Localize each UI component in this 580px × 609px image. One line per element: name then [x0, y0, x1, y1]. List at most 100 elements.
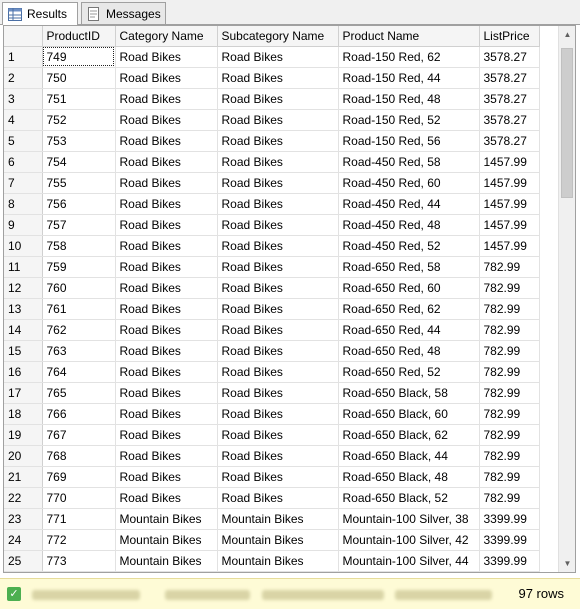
table-row[interactable]: 22 770 Road Bikes Road Bikes Road-650 Black,…	[4, 487, 540, 509]
row-number[interactable]: 11	[4, 256, 43, 278]
grid-cell[interactable]: 782.99	[479, 319, 540, 341]
row-number[interactable]: 17	[4, 382, 43, 404]
grid-cell[interactable]: 768	[42, 445, 116, 467]
tab-messages[interactable]: Messages	[81, 2, 166, 24]
grid-cell[interactable]: 762	[42, 319, 116, 341]
grid-cell[interactable]: Road Bikes	[217, 403, 339, 425]
table-row[interactable]: 21 769 Road Bikes Road Bikes Road-650 Black,…	[4, 466, 540, 488]
grid-cell[interactable]: Road Bikes	[115, 151, 218, 173]
grid-cell[interactable]: 749	[42, 46, 116, 68]
grid-cell[interactable]: 756	[42, 193, 116, 215]
grid-cell[interactable]: Road-650 Black, 44	[338, 445, 480, 467]
scroll-thumb[interactable]	[561, 48, 573, 198]
grid-cell[interactable]: Road Bikes	[115, 403, 218, 425]
grid-cell[interactable]: Road Bikes	[115, 109, 218, 131]
table-row[interactable]: 15 763 Road Bikes Road Bikes Road-650 Red, 4…	[4, 340, 540, 362]
grid-cell[interactable]: Road Bikes	[217, 277, 339, 299]
grid-cell[interactable]: Road Bikes	[217, 424, 339, 446]
grid-cell[interactable]: Road-650 Red, 60	[338, 277, 480, 299]
column-header[interactable]: ListPrice	[479, 26, 540, 47]
grid-cell[interactable]: 754	[42, 151, 116, 173]
table-row[interactable]: 14 762 Road Bikes Road Bikes Road-650 Red, 4…	[4, 319, 540, 341]
grid-cell[interactable]: Road Bikes	[217, 130, 339, 152]
grid-cell[interactable]: 3399.99	[479, 550, 540, 572]
grid-cell[interactable]: 763	[42, 340, 116, 362]
grid-cell[interactable]: 782.99	[479, 298, 540, 320]
column-header[interactable]: Subcategory Name	[217, 26, 339, 47]
row-number[interactable]: 24	[4, 529, 43, 551]
grid-cell[interactable]: Road Bikes	[115, 67, 218, 89]
grid-cell[interactable]: 771	[42, 508, 116, 530]
table-row[interactable]: 10 758 Road Bikes Road Bikes Road-450 Red, 5…	[4, 235, 540, 257]
grid-cell[interactable]: 782.99	[479, 277, 540, 299]
grid-cell[interactable]: Road Bikes	[115, 277, 218, 299]
grid-cell[interactable]: 752	[42, 109, 116, 131]
grid-cell[interactable]: Mountain Bikes	[217, 550, 339, 572]
table-row[interactable]: 1 749 Road Bikes Road Bikes Road-150 Red, 62…	[4, 46, 540, 68]
grid-cell[interactable]: 1457.99	[479, 172, 540, 194]
grid-cell[interactable]: Road-450 Red, 58	[338, 151, 480, 173]
grid-cell[interactable]: Road-450 Red, 60	[338, 172, 480, 194]
grid-cell[interactable]: 1457.99	[479, 235, 540, 257]
grid-cell[interactable]: Road-150 Red, 52	[338, 109, 480, 131]
grid-cell[interactable]: 3399.99	[479, 508, 540, 530]
row-number[interactable]: 15	[4, 340, 43, 362]
table-row[interactable]: 11 759 Road Bikes Road Bikes Road-650 Red, 5…	[4, 256, 540, 278]
row-number[interactable]: 2	[4, 67, 43, 89]
row-number[interactable]: 5	[4, 130, 43, 152]
row-number[interactable]: 1	[4, 46, 43, 68]
row-number[interactable]: 22	[4, 487, 43, 509]
grid-cell[interactable]: Road Bikes	[115, 130, 218, 152]
grid-cell[interactable]: Road Bikes	[115, 193, 218, 215]
grid-cell[interactable]: Road Bikes	[115, 340, 218, 362]
grid-cell[interactable]: Road Bikes	[217, 193, 339, 215]
grid-cell[interactable]: Road Bikes	[115, 487, 218, 509]
grid-cell[interactable]: 755	[42, 172, 116, 194]
grid-cell[interactable]: Mountain Bikes	[115, 550, 218, 572]
table-row[interactable]: 4 752 Road Bikes Road Bikes Road-150 Red, 52…	[4, 109, 540, 131]
table-row[interactable]: 18 766 Road Bikes Road Bikes Road-650 Black,…	[4, 403, 540, 425]
grid-cell[interactable]: Road Bikes	[217, 214, 339, 236]
table-row[interactable]: 19 767 Road Bikes Road Bikes Road-650 Black,…	[4, 424, 540, 446]
scroll-up-icon[interactable]: ▲	[559, 26, 575, 43]
table-row[interactable]: 23 771 Mountain Bikes Mountain Bikes Mountai…	[4, 508, 540, 530]
row-number-header[interactable]	[4, 26, 43, 47]
row-number[interactable]: 23	[4, 508, 43, 530]
grid-cell[interactable]: 764	[42, 361, 116, 383]
grid-cell[interactable]: 766	[42, 403, 116, 425]
row-number[interactable]: 19	[4, 424, 43, 446]
table-row[interactable]: 3 751 Road Bikes Road Bikes Road-150 Red, 48…	[4, 88, 540, 110]
row-number[interactable]: 18	[4, 403, 43, 425]
table-row[interactable]: 7 755 Road Bikes Road Bikes Road-450 Red, 60…	[4, 172, 540, 194]
grid-cell[interactable]: 757	[42, 214, 116, 236]
grid-cell[interactable]: Road-450 Red, 44	[338, 193, 480, 215]
grid-cell[interactable]: 751	[42, 88, 116, 110]
grid-cell[interactable]: 750	[42, 67, 116, 89]
table-row[interactable]: 5 753 Road Bikes Road Bikes Road-150 Red, 56…	[4, 130, 540, 152]
row-number[interactable]: 21	[4, 466, 43, 488]
grid-cell[interactable]: Road Bikes	[217, 487, 339, 509]
grid-cell[interactable]: Road Bikes	[217, 466, 339, 488]
grid-cell[interactable]: 782.99	[479, 445, 540, 467]
grid-cell[interactable]: Road Bikes	[115, 46, 218, 68]
grid-cell[interactable]: Road Bikes	[217, 445, 339, 467]
grid-cell[interactable]: 782.99	[479, 487, 540, 509]
row-number[interactable]: 3	[4, 88, 43, 110]
table-row[interactable]: 16 764 Road Bikes Road Bikes Road-650 Red, 5…	[4, 361, 540, 383]
grid-cell[interactable]: Road Bikes	[217, 340, 339, 362]
table-row[interactable]: 12 760 Road Bikes Road Bikes Road-650 Red, 6…	[4, 277, 540, 299]
grid-cell[interactable]: 773	[42, 550, 116, 572]
grid-cell[interactable]: 760	[42, 277, 116, 299]
grid-cell[interactable]: Mountain-100 Silver, 44	[338, 550, 480, 572]
table-row[interactable]: 24 772 Mountain Bikes Mountain Bikes Mountai…	[4, 529, 540, 551]
grid-cell[interactable]: Road Bikes	[115, 214, 218, 236]
grid-cell[interactable]: 758	[42, 235, 116, 257]
row-number[interactable]: 7	[4, 172, 43, 194]
grid-cell[interactable]: Road-650 Red, 62	[338, 298, 480, 320]
row-number[interactable]: 9	[4, 214, 43, 236]
grid-cell[interactable]: Road Bikes	[115, 256, 218, 278]
table-row[interactable]: 17 765 Road Bikes Road Bikes Road-650 Black,…	[4, 382, 540, 404]
grid-cell[interactable]: Road Bikes	[217, 319, 339, 341]
grid-cell[interactable]: Road-150 Red, 44	[338, 67, 480, 89]
grid-cell[interactable]: 765	[42, 382, 116, 404]
